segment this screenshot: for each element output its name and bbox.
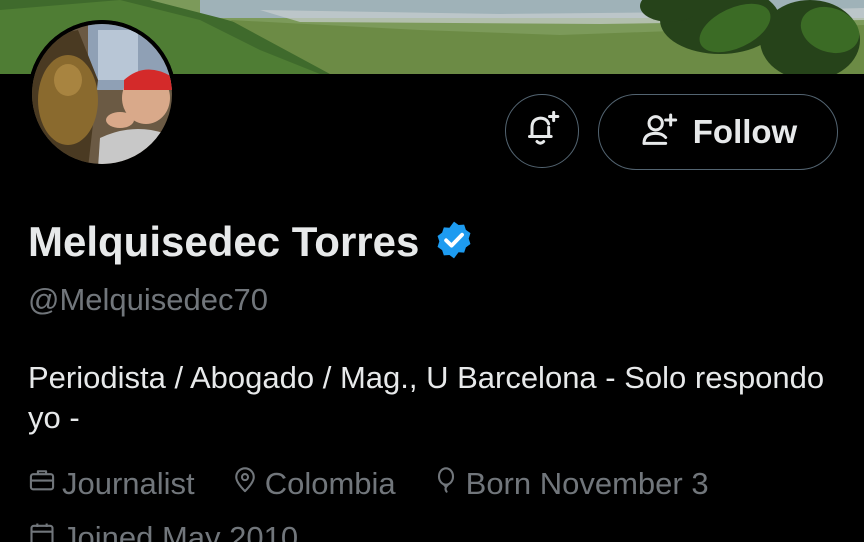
follow-button[interactable]: Follow <box>598 94 838 170</box>
location-text: Colombia <box>264 466 396 501</box>
display-name: Melquisedec Torres <box>28 218 420 265</box>
follow-button-label: Follow <box>692 113 798 150</box>
profile-handle: @Melquisedec70 <box>28 282 268 317</box>
profession-text: Journalist <box>62 466 195 501</box>
birthday-item: Born November 3 <box>432 466 709 502</box>
briefcase-icon <box>28 466 56 502</box>
calendar-icon <box>28 520 56 542</box>
profession-item: Journalist <box>28 466 195 502</box>
profile-meta-row: Journalist Colombia Born November 3 <box>28 466 745 502</box>
location-item: Colombia <box>231 466 396 502</box>
joined-text: Joined May 2010 <box>62 520 299 542</box>
profile-name-row: Melquisedec Torres <box>28 218 475 266</box>
birthday-text: Born November 3 <box>465 466 709 501</box>
profile-bio: Periodista / Abogado / Mag., U Barcelona… <box>28 360 825 435</box>
person-plus-icon <box>639 110 679 155</box>
location-pin-icon <box>231 466 259 502</box>
notifications-button[interactable] <box>505 94 579 168</box>
joined-item: Joined May 2010 <box>28 520 298 542</box>
balloon-icon <box>432 466 460 502</box>
bell-plus-icon <box>522 109 562 154</box>
verified-badge-icon[interactable] <box>433 219 475 266</box>
profile-page: Follow Melquisedec Torres @Melquisedec70… <box>0 0 864 542</box>
profile-avatar[interactable] <box>28 20 176 168</box>
